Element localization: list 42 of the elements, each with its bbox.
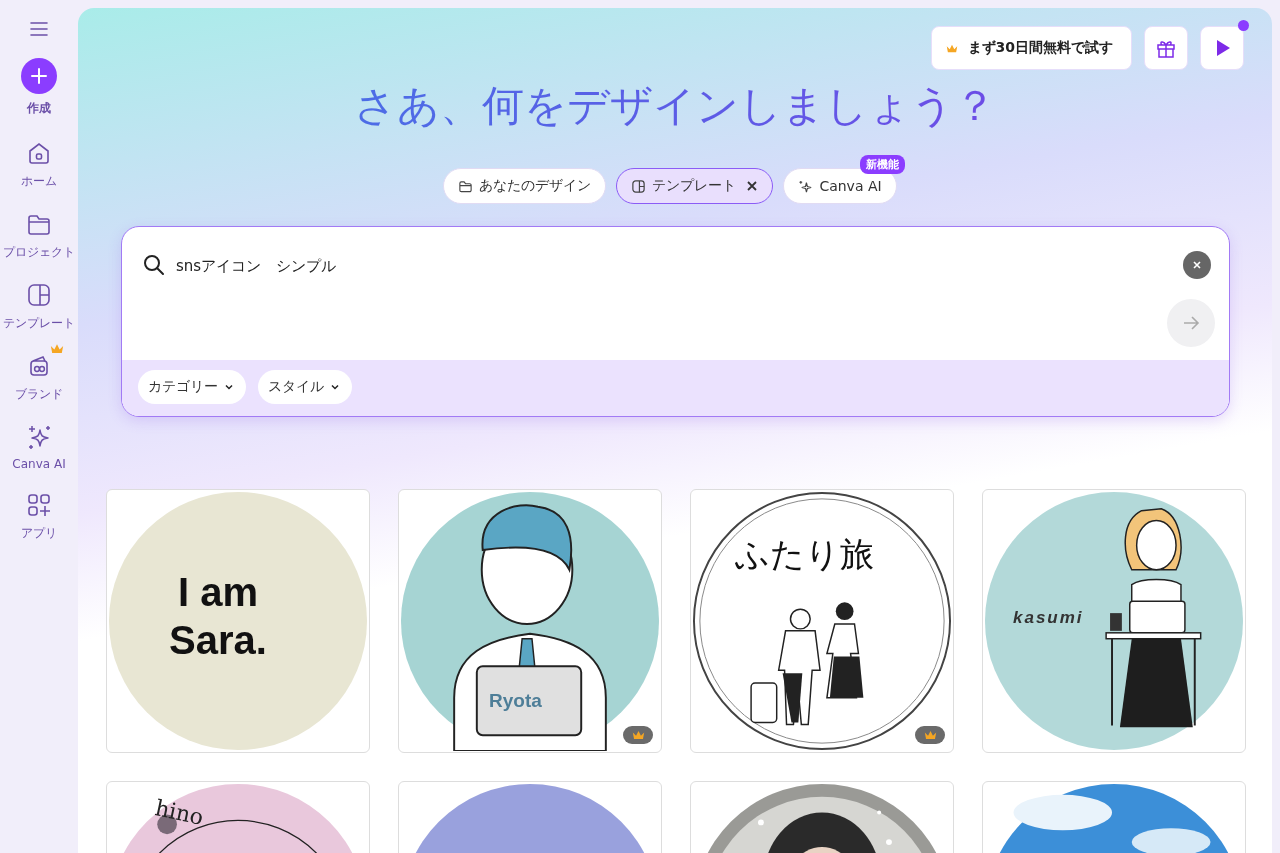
template-card[interactable]: I am Sara. bbox=[106, 489, 370, 753]
chevron-down-icon bbox=[330, 382, 340, 392]
search-query: snsアイコン シンプル bbox=[176, 257, 338, 276]
close-icon bbox=[1192, 260, 1202, 270]
filter-chip[interactable]: あなたのデザイン bbox=[443, 168, 607, 204]
layout-icon bbox=[25, 281, 53, 309]
crown-icon bbox=[631, 730, 645, 740]
close-icon[interactable] bbox=[746, 180, 759, 192]
sidebar-item[interactable]: アプリ bbox=[0, 481, 78, 542]
search-field[interactable]: snsアイコン シンプル カテゴリー スタイル bbox=[121, 226, 1230, 417]
filter-dropdown[interactable]: スタイル bbox=[258, 370, 352, 404]
apps-icon bbox=[25, 491, 53, 519]
create-label: 作成 bbox=[27, 100, 51, 117]
free-trial-button[interactable]: まず30日間無料で試す bbox=[930, 26, 1132, 70]
template-card[interactable]: kasumi bbox=[982, 489, 1246, 753]
layout-icon bbox=[631, 178, 647, 194]
card-text: kasumi bbox=[1013, 608, 1084, 628]
sidebar-item[interactable]: プロジェクト bbox=[0, 200, 78, 261]
plus-icon bbox=[29, 66, 49, 86]
template-card[interactable]: hino bbox=[106, 781, 370, 853]
card-text: hino bbox=[152, 795, 206, 830]
play-button[interactable] bbox=[1200, 26, 1244, 70]
create-button[interactable] bbox=[21, 58, 57, 94]
chevron-down-icon bbox=[224, 382, 234, 392]
clear-button[interactable] bbox=[1183, 251, 1211, 279]
crown-icon bbox=[923, 730, 937, 740]
new-badge: 新機能 bbox=[859, 155, 905, 174]
gift-button[interactable] bbox=[1144, 26, 1188, 70]
search-icon bbox=[142, 253, 166, 277]
folder-icon bbox=[458, 178, 474, 194]
template-card[interactable]: ふたり旅 bbox=[690, 489, 954, 753]
card-text: Ryota bbox=[489, 690, 542, 712]
filter-chip[interactable]: テンプレート bbox=[616, 168, 774, 204]
filter-dropdown[interactable]: カテゴリー bbox=[138, 370, 246, 404]
card-text: ふたり旅 bbox=[735, 534, 874, 575]
card-text: I am Sara. bbox=[168, 569, 268, 664]
sidebar-item[interactable]: テンプレート bbox=[0, 271, 78, 332]
sparkles-icon bbox=[798, 178, 814, 194]
sidebar-item[interactable]: ホーム bbox=[0, 129, 78, 190]
crown-icon bbox=[945, 43, 958, 53]
sidebar-item[interactable]: ブランド bbox=[0, 342, 78, 403]
sidebar-item[interactable]: Canva AI bbox=[0, 413, 78, 471]
